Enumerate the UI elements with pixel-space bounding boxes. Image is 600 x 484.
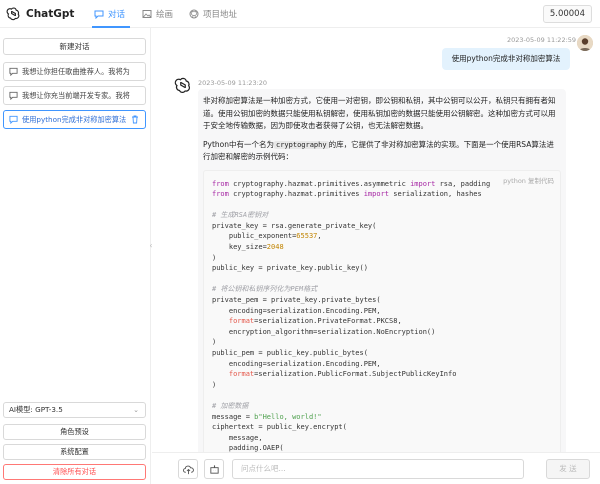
code-line: format=serialization.PrivateFormat.PKCS8… <box>228 317 402 326</box>
conversation-item[interactable]: 我想让你充当前端开发专家。我将 <box>3 86 146 105</box>
code-line: message, <box>212 433 263 442</box>
sidebar: 新建对话 我想让你担任歌曲推荐人。我将为 我想让你充当前端开发专家。我将 使用p… <box>0 28 153 484</box>
chevron-down-icon: ⌄ <box>133 406 139 414</box>
conversation-label: 我想让你充当前端开发专家。我将 <box>22 91 130 100</box>
conversation-item[interactable]: 我想让你担任歌曲推荐人。我将为 <box>3 62 146 81</box>
openai-logo-icon <box>6 7 20 21</box>
inline-code: cryptography <box>274 140 329 149</box>
top-bar: ChatGpt 对话 绘画 项目地址 5.00004 <box>0 0 600 28</box>
code-line: # 将公钥和私钥序列化为PEM格式 <box>212 285 318 294</box>
tab-chat[interactable]: 对话 <box>94 8 125 20</box>
cloud-upload-icon <box>183 465 194 475</box>
app-logo[interactable]: ChatGpt <box>6 6 74 21</box>
user-avatar <box>577 35 593 51</box>
code-line: encryption_algorithm=serialization.NoEnc… <box>212 327 436 336</box>
image-icon <box>142 10 152 18</box>
ai-message-time: 2023-05-09 11:23:20 <box>198 79 268 87</box>
trash-icon[interactable] <box>131 115 139 124</box>
code-line: encoding=serialization.Encoding.PEM, <box>212 306 381 315</box>
openai-avatar-icon <box>174 77 190 93</box>
message-icon <box>9 67 18 76</box>
input-bar: 问点什么吧... 发 送 <box>152 452 600 484</box>
user-message-time: 2023-05-09 11:22:59 <box>507 36 577 44</box>
conversation-label: 我想让你担任歌曲推荐人。我将为 <box>22 67 130 76</box>
message-input[interactable]: 问点什么吧... <box>232 459 524 479</box>
code-line: # 加密数据 <box>212 401 249 410</box>
user-avatar-icon <box>577 35 593 51</box>
tab-project-label: 项目地址 <box>203 10 238 20</box>
tab-project[interactable]: 项目地址 <box>189 8 237 20</box>
github-icon <box>189 9 199 19</box>
model-select-value: AI模型: GPT-3.5 <box>9 405 63 414</box>
code-language: python <box>503 176 526 185</box>
chat-bubble-icon <box>94 10 104 19</box>
code-header: python 复制代码 <box>503 175 554 185</box>
new-chat-button[interactable]: 新建对话 <box>3 38 146 55</box>
copy-code-button[interactable]: 复制代码 <box>528 177 554 185</box>
message-icon <box>9 91 18 100</box>
code-line: private_key = rsa.generate_private_key( <box>212 221 377 230</box>
code-line: public_exponent=65537, <box>212 232 322 241</box>
code-line: ) <box>212 338 217 347</box>
code-line: public_pem = public_key.public_bytes( <box>212 349 368 357</box>
clear-all-button[interactable]: 清除所有对话 <box>3 464 146 480</box>
tab-chat-label: 对话 <box>108 10 126 20</box>
model-select[interactable]: AI模型: GPT-3.5 ⌄ <box>3 402 146 418</box>
code-line: ) <box>212 253 217 262</box>
message-icon <box>9 115 18 124</box>
robot-icon <box>210 465 219 474</box>
send-button[interactable]: 发 送 <box>546 459 590 479</box>
code-line: public_key = private_key.public_key() <box>212 264 368 273</box>
role-preset-button[interactable]: 角色预设 <box>3 424 146 440</box>
ai-message-bubble: 非对称加密算法是一种加密方式，它使用一对密钥，即公钥和私钥，其中公钥可以公开，私… <box>198 89 566 452</box>
code-line: format=serialization.PublicFormat.Subjec… <box>228 370 457 379</box>
user-message-bubble: 使用python完成非对称加密算法 <box>442 48 570 70</box>
code-line: ) <box>212 380 217 389</box>
chat-area: 2023-05-09 11:22:59 使用python完成非对称加密算法 20… <box>152 28 600 452</box>
conversation-item-active[interactable]: 使用python完成非对称加密算法 <box>3 110 146 129</box>
tab-drawing[interactable]: 绘画 <box>142 8 173 20</box>
code-line: from cryptography.hazmat.primitives.asym… <box>212 179 491 188</box>
code-line: key_size=2048 <box>212 243 284 252</box>
tab-drawing-label: 绘画 <box>156 10 174 20</box>
app-title: ChatGpt <box>26 7 75 20</box>
code-line: ciphertext = public_key.encrypt( <box>212 423 347 432</box>
answer-paragraph: Python中有一个名为 cryptography 的库，它提供了非对称加密算法的实… <box>203 139 561 164</box>
conversation-label: 使用python完成非对称加密算法 <box>22 115 127 124</box>
chatgpt-app: ChatGpt 对话 绘画 项目地址 5.00004 新建对话 我想让你担任歌曲… <box>0 0 600 484</box>
upload-button[interactable] <box>178 459 198 479</box>
code-line: encoding=serialization.Encoding.PEM, <box>212 359 381 368</box>
plugin-button[interactable] <box>204 459 224 479</box>
code-line: # 生成RSA密钥对 <box>212 211 269 220</box>
answer-text: Python中有一个名为 <box>203 139 274 149</box>
code-block: python 复制代码 from cryptography.hazmat.pri… <box>203 169 561 452</box>
code-line: private_pem = private_key.private_bytes( <box>212 296 381 305</box>
code-line: from cryptography.hazmat.primitives impo… <box>212 190 482 199</box>
version-badge: 5.00004 <box>542 5 592 23</box>
system-config-button[interactable]: 系统配置 <box>3 444 146 460</box>
answer-paragraph: 非对称加密算法是一种加密方式，它使用一对密钥，即公钥和私钥，其中公钥可以公开，私… <box>203 96 556 130</box>
code-line: padding.OAEP( <box>212 444 284 452</box>
code-line: message = b"Hello, world!" <box>212 412 322 421</box>
